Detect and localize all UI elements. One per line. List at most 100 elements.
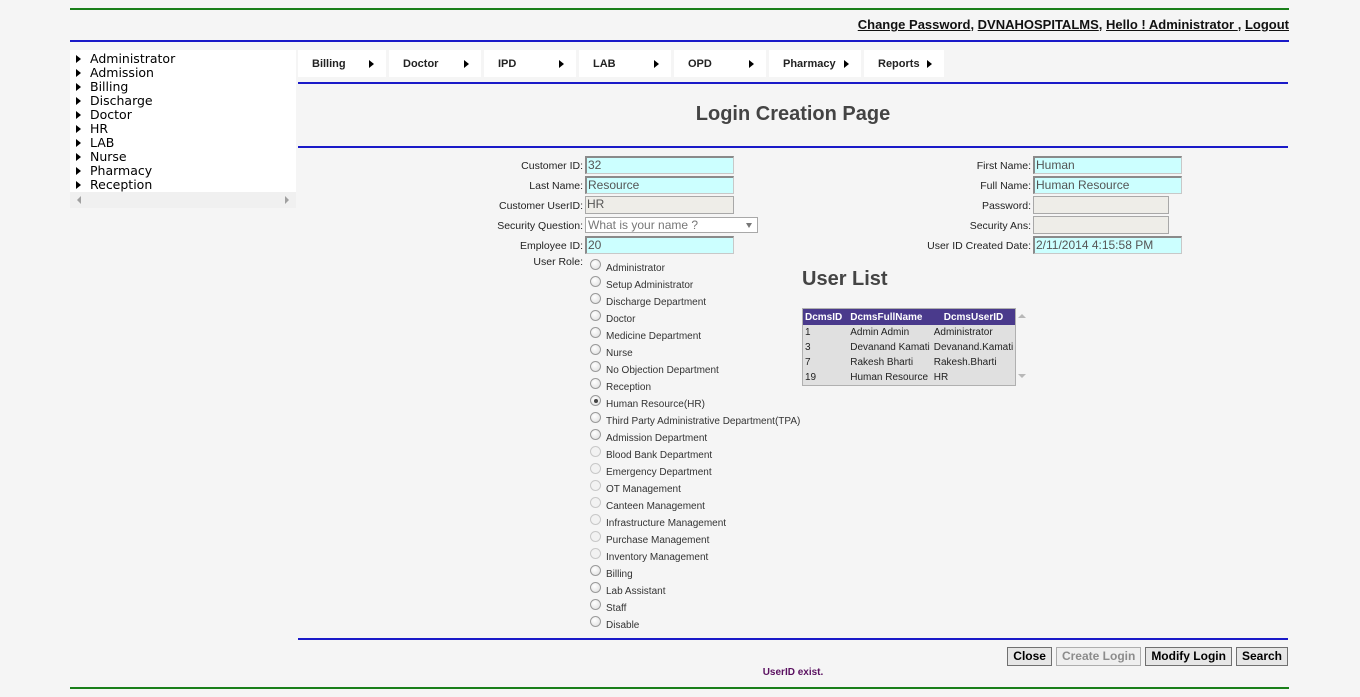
menu-lab[interactable]: LAB (579, 50, 671, 77)
radio-button[interactable] (590, 429, 601, 440)
user-role-option[interactable]: Setup Administrator (589, 275, 800, 292)
radio-button[interactable] (590, 616, 601, 627)
user-role-option[interactable]: OT Management (589, 479, 800, 496)
radio-button[interactable] (590, 514, 601, 525)
sidebar-item-hr[interactable]: HR (70, 122, 296, 136)
expand-arrow-icon[interactable] (76, 167, 81, 175)
user-list-scrollbar[interactable] (1014, 308, 1029, 384)
user-role-option[interactable]: Doctor (589, 309, 800, 326)
user-role-option[interactable]: Third Party Administrative Department(TP… (589, 411, 800, 428)
menu-opd[interactable]: OPD (674, 50, 766, 77)
sidebar-item-discharge[interactable]: Discharge (70, 94, 296, 108)
menu-reports[interactable]: Reports (864, 50, 944, 77)
user-role-option[interactable]: Blood Bank Department (589, 445, 800, 462)
radio-button[interactable] (590, 395, 601, 406)
scroll-left-icon[interactable] (77, 196, 81, 204)
expand-arrow-icon[interactable] (76, 97, 81, 105)
sidebar-item-pharmacy[interactable]: Pharmacy (70, 164, 296, 178)
logout-link[interactable]: Logout (1245, 17, 1289, 32)
sidebar-horizontal-scrollbar[interactable] (70, 192, 296, 208)
security-question-select[interactable]: What is your name ? (585, 217, 758, 233)
hospital-name-link[interactable]: DVNAHOSPITALMS (978, 17, 1099, 32)
user-role-option[interactable]: Inventory Management (589, 547, 800, 564)
expand-arrow-icon[interactable] (76, 83, 81, 91)
radio-button[interactable] (590, 361, 601, 372)
user-role-option[interactable]: Nurse (589, 343, 800, 360)
sidebar-item-doctor[interactable]: Doctor (70, 108, 296, 122)
user-role-option[interactable]: Reception (589, 377, 800, 394)
user-role-option[interactable]: Infrastructure Management (589, 513, 800, 530)
radio-button[interactable] (590, 548, 601, 559)
sidebar-item-admission[interactable]: Admission (70, 66, 296, 80)
user-role-option[interactable]: Administrator (589, 258, 800, 275)
close-button[interactable]: Close (1007, 647, 1052, 666)
created-date-input[interactable]: 2/11/2014 4:15:58 PM (1033, 236, 1182, 254)
expand-arrow-icon[interactable] (76, 111, 81, 119)
radio-button[interactable] (590, 310, 601, 321)
user-role-option[interactable]: Billing (589, 564, 800, 581)
security-ans-input[interactable] (1033, 216, 1169, 234)
radio-button[interactable] (590, 276, 601, 287)
radio-button[interactable] (590, 412, 601, 423)
table-row[interactable]: 19 Human Resource HR (803, 370, 1016, 386)
expand-arrow-icon[interactable] (76, 125, 81, 133)
radio-button[interactable] (590, 344, 601, 355)
radio-button[interactable] (590, 259, 601, 270)
first-name-input[interactable]: Human (1033, 156, 1182, 174)
user-role-option[interactable]: Lab Assistant (589, 581, 800, 598)
sidebar-item-billing[interactable]: Billing (70, 80, 296, 94)
expand-arrow-icon[interactable] (76, 181, 81, 189)
modify-login-button[interactable]: Modify Login (1145, 647, 1232, 666)
expand-arrow-icon[interactable] (76, 153, 81, 161)
radio-button[interactable] (590, 565, 601, 576)
table-row[interactable]: 3 Devanand Kamati Devanand.Kamati (803, 340, 1016, 355)
expand-arrow-icon[interactable] (76, 55, 81, 63)
hello-user-link[interactable]: Hello ! Administrator (1106, 17, 1238, 32)
last-name-input[interactable]: Resource (585, 176, 734, 194)
user-role-option[interactable]: No Objection Department (589, 360, 800, 377)
radio-button[interactable] (590, 446, 601, 457)
menu-doctor[interactable]: Doctor (389, 50, 481, 77)
radio-button[interactable] (590, 582, 601, 593)
user-role-option[interactable]: Admission Department (589, 428, 800, 445)
radio-button[interactable] (590, 531, 601, 542)
sidebar-item-reception[interactable]: Reception (70, 178, 296, 192)
password-input[interactable] (1033, 196, 1169, 214)
sidebar-item-administrator[interactable]: Administrator (70, 52, 296, 66)
expand-arrow-icon[interactable] (76, 139, 81, 147)
column-header-dcmsuserid[interactable]: DcmsUserID (931, 308, 1016, 325)
radio-button[interactable] (590, 293, 601, 304)
column-header-dcmsid[interactable]: DcmsID (802, 308, 845, 325)
user-role-option[interactable]: Disable (589, 615, 800, 632)
create-login-button[interactable]: Create Login (1055, 647, 1142, 666)
table-row[interactable]: 7 Rakesh Bharti Rakesh.Bharti (803, 355, 1016, 370)
radio-button[interactable] (590, 378, 601, 389)
user-role-option[interactable]: Human Resource(HR) (589, 394, 800, 411)
column-header-dcmsfullname[interactable]: DcmsFullName (844, 308, 932, 325)
user-role-option[interactable]: Staff (589, 598, 800, 615)
user-role-option[interactable]: Purchase Management (589, 530, 800, 547)
full-name-input[interactable]: Human Resource (1033, 176, 1182, 194)
radio-button[interactable] (590, 480, 601, 491)
scroll-down-icon[interactable] (1018, 374, 1026, 378)
change-password-link[interactable]: Change Password (858, 17, 971, 32)
sidebar-item-nurse[interactable]: Nurse (70, 150, 296, 164)
table-row[interactable]: 1 Admin Admin Administrator (803, 325, 1016, 340)
user-role-option[interactable]: Medicine Department (589, 326, 800, 343)
scroll-right-icon[interactable] (285, 196, 289, 204)
customer-userid-input[interactable]: HR (585, 196, 734, 214)
radio-button[interactable] (590, 327, 601, 338)
menu-billing[interactable]: Billing (298, 50, 386, 77)
user-role-option[interactable]: Emergency Department (589, 462, 800, 479)
sidebar-item-lab[interactable]: LAB (70, 136, 296, 150)
user-role-option[interactable]: Canteen Management (589, 496, 800, 513)
radio-button[interactable] (590, 599, 601, 610)
expand-arrow-icon[interactable] (76, 69, 81, 77)
radio-button[interactable] (590, 463, 601, 474)
scroll-up-icon[interactable] (1018, 314, 1026, 318)
user-role-option[interactable]: Discharge Department (589, 292, 800, 309)
radio-button[interactable] (590, 497, 601, 508)
menu-pharmacy[interactable]: Pharmacy (769, 50, 861, 77)
customer-id-input[interactable]: 32 (585, 156, 734, 174)
search-button[interactable]: Search (1235, 647, 1288, 666)
